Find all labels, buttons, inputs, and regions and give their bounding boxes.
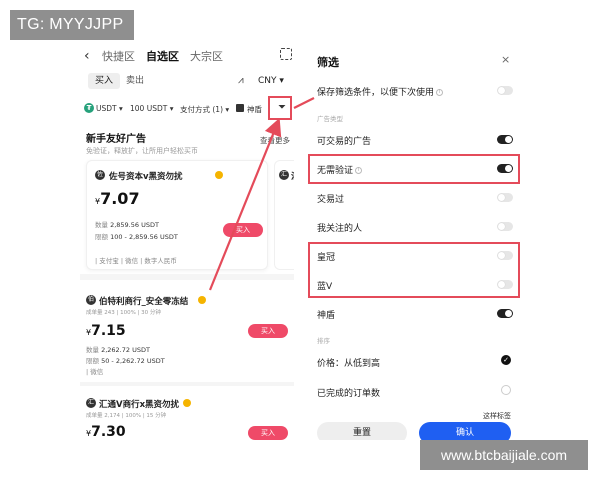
merchant-name[interactable]: 汇 [291,170,294,182]
limit-row: 限额 50 - 2,262.72 USDT [86,357,165,365]
filter-panel: 筛选 × 保存筛选条件，以便下次使用 i 广告类型 可交易的广告 无需验证 i 交易… [307,42,519,440]
buy-button[interactable]: 买入 [223,223,263,237]
save-filter-label: 保存筛选条件，以便下次使用 i [317,85,444,98]
ad-type-section-label: 广告类型 [317,115,343,123]
shield-toggle[interactable] [497,309,513,318]
reset-button[interactable]: 重置 [317,422,407,440]
price: ¥7.15 [86,323,126,339]
filter-title: 筛选 [317,56,339,69]
merchant-stats: 成单量 2,174 | 100% | 15 分钟 [86,413,167,419]
shield-filter-label[interactable]: 神盾 [247,104,262,115]
filter-option-label: 交易过 [317,195,345,205]
usdt-icon: ₮ [84,103,94,113]
sort-orders-radio[interactable] [501,385,511,395]
save-filter-toggle[interactable] [497,86,513,95]
ad-card[interactable]: 佐 佐号资本v黑资勿扰 ¥7.07 数量 2,859.56 USDT 限额 10… [86,160,268,270]
merchant-avatar: 佐 [95,170,105,180]
scan-icon[interactable] [280,48,292,60]
crown-bluev-highlight-box [308,242,520,298]
price: ¥7.30 [86,424,126,440]
merchant-name[interactable]: 佐号资本v黑资勿扰 [109,170,183,182]
telegram-id-badge: TG: MYYJJPP [10,10,134,40]
close-icon[interactable]: × [501,53,510,66]
tab-quick-zone[interactable]: 快捷区 [102,48,135,64]
info-icon: i [436,89,444,96]
quantity-row: 数量 2,262.72 USDT [86,346,150,354]
payment-tags: | 微信 [86,368,104,376]
confirm-button[interactable]: 确认 [419,422,511,440]
funnel-highlight-box [268,96,292,120]
chart-icon[interactable]: ⩘ [238,75,244,86]
verified-badge-icon [215,171,223,179]
merchant-name[interactable]: 汇通V商行x黑资勿扰 [99,398,179,410]
filter-option-label: 可交易的广告 [317,137,372,147]
site-watermark: www.btcbaijiale.com [420,440,588,470]
shield-checkbox-icon[interactable] [236,104,244,112]
filter-option-label: 我关注的人 [317,224,363,234]
merchant-avatar: 汇 [279,170,289,180]
section-divider [80,274,294,280]
verified-badge-icon [183,399,191,407]
merchant-avatar: 汇 [86,398,96,408]
section-divider [80,382,294,386]
fiat-currency-select[interactable]: CNY ▾ [258,73,284,89]
sort-option-label: 价格：从低到高 [317,359,381,369]
bottom-note: 这样标签 [483,412,511,420]
merchant-name[interactable]: 伯特利商行_安全零冻结 [99,295,188,307]
no-verification-highlight-box [308,154,520,184]
back-arrow-icon[interactable]: ‹ [84,48,90,64]
tab-bulk-zone[interactable]: 大宗区 [190,48,223,64]
quantity-row: 数量 2,859.56 USDT [95,221,159,229]
view-more-link[interactable]: 查看更多 [260,135,290,146]
traded-before-toggle[interactable] [497,193,513,202]
sort-option-label: 已完成的订单数 [317,389,381,399]
merchant-stats: 成单量 243 | 100% | 30 分钟 [86,310,161,316]
sort-price-radio-checked-icon[interactable]: ✓ [501,355,511,365]
newbie-ads-subtitle: 免验证，释放扩，让所用户轻松买币 [86,147,198,155]
sell-side-tab[interactable]: 卖出 [126,73,144,89]
tradable-ads-toggle[interactable] [497,135,513,144]
payment-tags: | 支付宝 | 微信 | 数字人民币 [95,257,177,265]
verified-badge-icon [198,296,206,304]
ad-card-partial[interactable]: 汇 汇 [274,160,294,270]
p2p-market-screen: ‹ 快捷区 自选区 大宗区 买入 卖出 ⩘ CNY ▾ ₮ USDT ▾ 100… [80,42,294,440]
buy-side-tab[interactable]: 买入 [88,73,120,89]
merchant-avatar: 伯 [86,295,96,305]
buy-button[interactable]: 买入 [248,324,288,338]
amount-select[interactable]: 100 USDT ▾ [130,104,173,113]
tab-custom-zone[interactable]: 自选区 [146,48,179,64]
price: ¥7.07 [95,189,140,208]
sort-section-label: 排序 [317,337,330,345]
filter-option-label: 神盾 [317,311,336,321]
payment-method-select[interactable]: 支付方式 (1) ▾ [180,104,229,115]
buy-button[interactable]: 买入 [248,426,288,440]
coin-select[interactable]: USDT ▾ [96,104,123,113]
limit-row: 限额 100 - 2,859.56 USDT [95,233,178,241]
followed-users-toggle[interactable] [497,222,513,231]
newbie-ads-title: 新手友好广告 [86,134,146,145]
